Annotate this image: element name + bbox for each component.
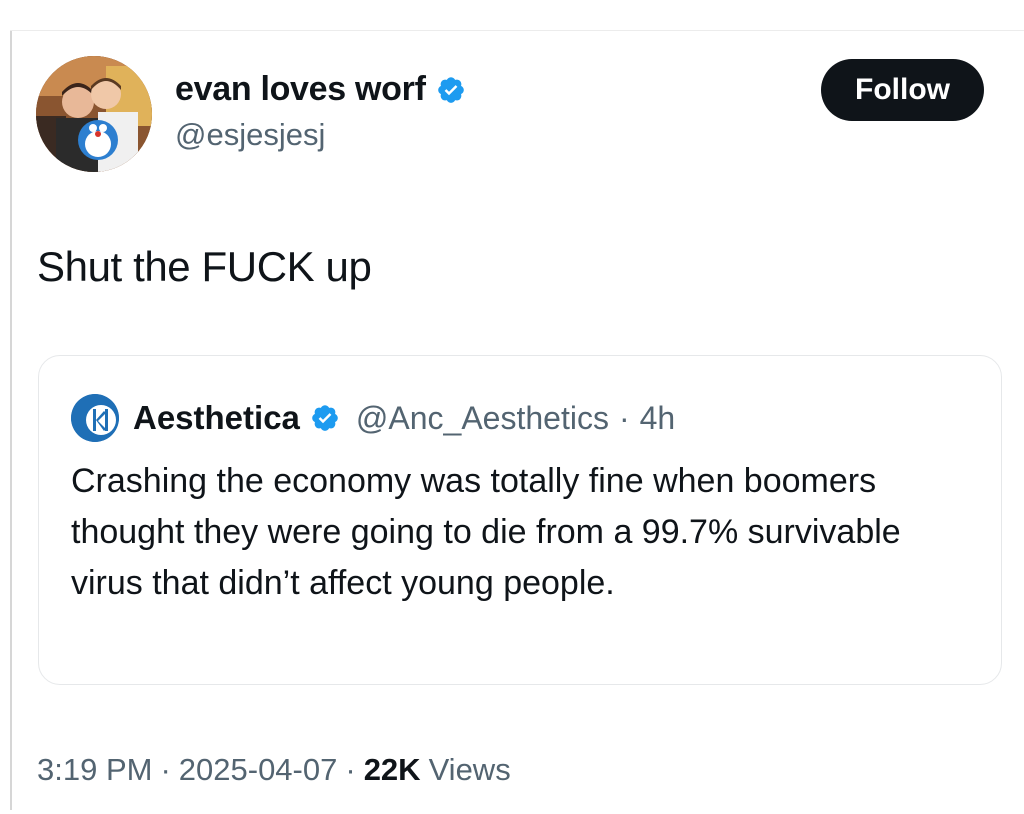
views-label: Views — [428, 752, 511, 787]
quoted-author-display-name[interactable]: Aesthetica — [133, 399, 300, 437]
aesthetica-logo[interactable] — [71, 394, 119, 442]
tweet-screenshot: evan loves worf @esjesjesj Follow Shut t… — [0, 0, 1024, 814]
left-border — [10, 30, 12, 810]
tweet-meta: 3:19 PM · 2025-04-07 · 22K Views — [37, 752, 511, 788]
author-display-name[interactable]: evan loves worf — [175, 70, 426, 109]
quoted-tweet-text: Crashing the economy was totally fine wh… — [71, 462, 901, 602]
tweet-time[interactable]: 3:19 PM — [37, 752, 152, 788]
verified-badge-icon — [436, 75, 466, 105]
user-avatar — [36, 56, 152, 172]
tweet-text: Shut the FUCK up — [37, 243, 372, 290]
follow-button[interactable]: Follow — [821, 59, 984, 121]
avatar[interactable] — [36, 56, 152, 172]
author-info: evan loves worf @esjesjesj — [175, 70, 466, 153]
author-name-row: evan loves worf — [175, 70, 466, 109]
author-handle[interactable]: @esjesjesj — [175, 117, 466, 153]
verified-badge-icon — [310, 403, 340, 433]
quoted-tweet-header: Aesthetica @Anc_Aesthetics · 4h — [71, 394, 675, 442]
views-count[interactable]: 22K — [364, 752, 421, 788]
tweet-header: evan loves worf @esjesjesj Follow — [36, 56, 996, 174]
meta-separator: · — [160, 752, 171, 787]
quoted-timestamp[interactable]: 4h — [640, 400, 676, 437]
top-border — [10, 30, 1024, 31]
tweet-date[interactable]: 2025-04-07 — [179, 752, 338, 788]
meta-separator: · — [345, 752, 356, 787]
quoted-tweet-card[interactable]: Aesthetica @Anc_Aesthetics · 4h Crashing… — [38, 355, 1002, 685]
quoted-author-handle[interactable]: @Anc_Aesthetics — [356, 400, 609, 437]
quoted-separator: · — [618, 399, 630, 436]
